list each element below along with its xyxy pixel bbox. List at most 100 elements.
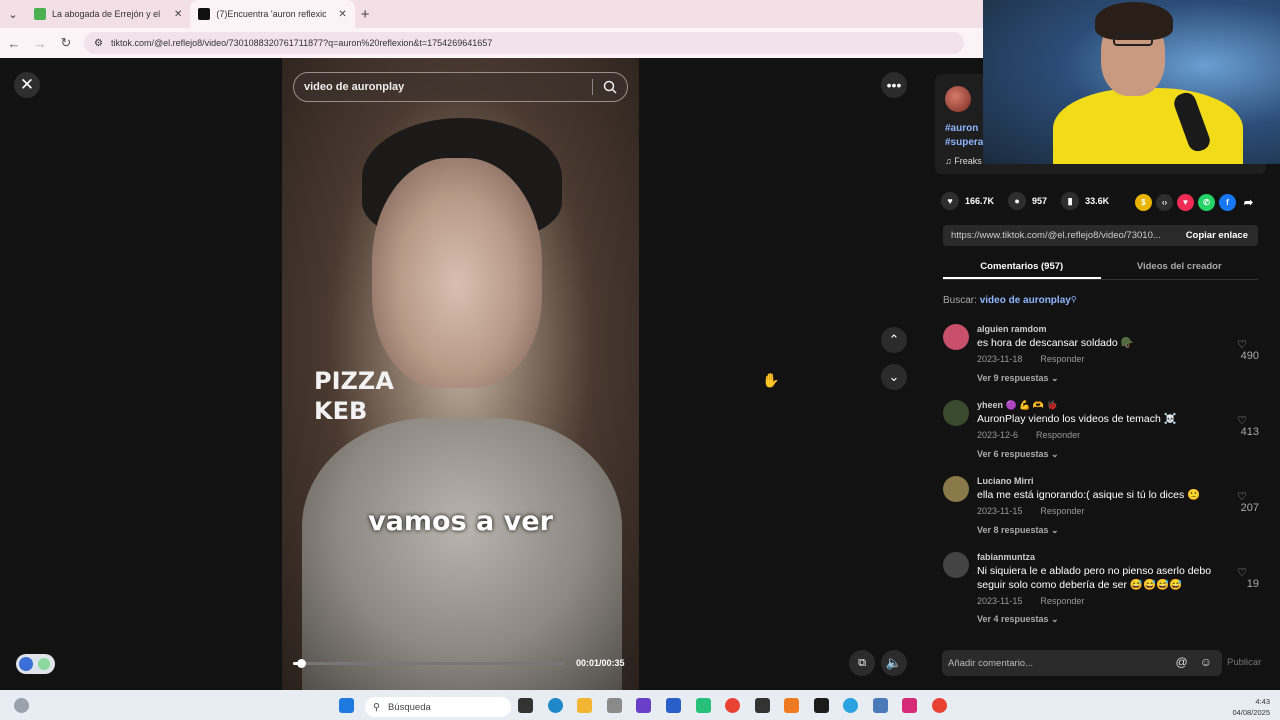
url-text: tiktok.com/@el.reflejo8/video/7301088320… [110,38,493,48]
emoji-icon[interactable]: ☺ [1200,655,1212,669]
add-comment-input[interactable]: Añadir comentario... @ ☺ [942,650,1222,676]
add-comment-placeholder: Añadir comentario... [948,657,1034,669]
start-icon[interactable] [339,698,354,713]
extension-toggle[interactable] [16,654,55,674]
video-frame-shirt [302,418,622,690]
view-replies-button[interactable]: Ver 6 respuestas ⌄ [977,449,1059,460]
comment-user[interactable]: Luciano Mirri [977,476,1034,486]
widgets-icon[interactable] [14,698,29,713]
embed-icon[interactable]: ‹› [1156,194,1173,211]
video-link[interactable]: https://www.tiktok.com/@el.reflejo8/vide… [943,230,1176,241]
comment-user[interactable]: alguien ramdom [977,324,1047,334]
share-arrow-icon[interactable]: ➦ [1240,194,1257,211]
comment-user[interactable]: fabianmuntza [977,552,1035,562]
search-suggestion-link[interactable]: video de auronplay [980,295,1071,306]
facebook-icon[interactable]: f [1219,194,1236,211]
site-info-icon[interactable]: ⚙ [94,38,103,49]
app-icon[interactable] [755,698,770,713]
app-icon[interactable] [873,698,888,713]
rtve-icon[interactable] [784,698,799,713]
edge-icon[interactable] [548,698,563,713]
reply-button[interactable]: Responder [1040,354,1084,364]
system-tray-clock[interactable]: 4:43 04/08/2025 [1232,696,1270,718]
comment-stat[interactable]: ● 957 [1008,192,1047,210]
tab-close-icon[interactable]: ✕ [338,9,346,20]
tab-abogada[interactable]: La abogada de Errejón y el psic ✕ [26,0,190,28]
avatar[interactable] [943,552,969,578]
chrome-profile-icon[interactable] [932,698,947,713]
mention-icon[interactable]: @ [1176,655,1188,669]
tab-creator-videos[interactable]: Videos del creador [1101,256,1259,279]
comment-meta: 2023-11-15 Responder [977,506,1102,516]
chrome-icon[interactable] [725,698,740,713]
more-options-button[interactable]: ••• [881,72,907,98]
video-frame-face [372,158,542,388]
publish-button[interactable]: Publicar [1227,657,1261,668]
reload-icon[interactable]: ↻ [54,35,78,51]
creator-avatar[interactable] [945,86,971,112]
avatar[interactable] [943,476,969,502]
url-field[interactable]: ⚙ tiktok.com/@el.reflejo8/video/73010883… [84,32,964,54]
previous-video-button[interactable]: ⌃ [881,327,907,353]
comment-text: Ni siquiera le e ablado pero no pienso a… [977,565,1212,591]
back-arrow-icon[interactable]: ← [2,36,26,51]
comment-date: 2023-11-15 [977,596,1023,606]
reply-button[interactable]: Responder [1036,430,1080,440]
search-divider [592,79,593,95]
view-replies-button[interactable]: Ver 4 respuestas ⌄ [977,614,1059,625]
comment-bubble-icon: ● [1008,192,1027,210]
new-tab-plus-icon[interactable]: + [361,6,370,23]
forward-arrow-icon[interactable]: → [28,36,52,51]
app-icon[interactable] [814,698,829,713]
comment-text: AuronPlay viendo los videos de temach ☠️ [977,413,1177,425]
whatsapp-icon[interactable]: ✆ [1198,194,1215,211]
copy-link-row: https://www.tiktok.com/@el.reflejo8/vide… [943,225,1258,246]
search-small-icon: ⚲ [1070,295,1077,304]
comment-count: 957 [1032,196,1048,206]
tab-tiktok[interactable]: (7)Encuentra 'auron reflexio ✕ [190,0,355,28]
comment-meta: 2023-11-18 Responder [977,354,1102,364]
bookmark-icon: ▮ [1061,192,1080,210]
app-icon[interactable] [696,698,711,713]
volume-button[interactable]: 🔈 [881,650,907,676]
telegram-icon[interactable] [843,698,858,713]
send-friends-icon[interactable]: ▼ [1177,194,1194,211]
hashtags[interactable]: #auron #supera [945,122,983,150]
tab-search-chevron-icon[interactable]: ⌄ [0,0,26,28]
taskbar-search[interactable]: ⚲ Búsqueda [365,697,511,717]
clock-date: 04/08/2025 [1232,708,1270,717]
comments-list: alguien ramdom es hora de descansar sold… [943,322,1263,630]
list-item: fabianmuntza Ni siquiera le e ablado per… [943,550,1263,630]
app-icon[interactable] [636,698,651,713]
comment-likes: 490 [1240,350,1259,362]
close-video-button[interactable]: ✕ [14,72,40,98]
reply-button[interactable]: Responder [1040,506,1084,516]
copy-link-button[interactable]: Copiar enlace [1176,230,1258,241]
video-player[interactable]: PIZZA KEB vamos a ver [282,58,639,690]
tab-comments[interactable]: Comentarios (957) [943,256,1101,279]
search-query-text: video de auronplay [304,81,405,93]
coin-share-icon[interactable]: $ [1135,194,1152,211]
task-view-icon[interactable] [518,698,533,713]
avatar[interactable] [943,324,969,350]
search-icon[interactable] [603,80,617,94]
avatar[interactable] [943,400,969,426]
view-replies-button[interactable]: Ver 9 respuestas ⌄ [977,373,1059,384]
reply-button[interactable]: Responder [1040,596,1084,606]
tab-close-icon[interactable]: ✕ [174,9,182,20]
view-replies-button[interactable]: Ver 8 respuestas ⌄ [977,525,1059,536]
video-progress-bar[interactable] [293,659,565,668]
file-explorer-icon[interactable] [577,698,592,713]
like-stat[interactable]: ♥ 166.7K [941,192,994,210]
instagram-icon[interactable] [902,698,917,713]
comment-likes: 413 [1240,426,1259,438]
store-icon[interactable] [666,698,681,713]
comment-text: es hora de descansar soldado 🪖 [977,337,1134,349]
app-icon[interactable] [607,698,622,713]
video-search-input[interactable]: video de auronplay [293,72,628,102]
next-video-button[interactable]: ⌄ [881,364,907,390]
comment-likes: 19 [1246,578,1259,590]
comment-user[interactable]: yheen 🟣 💪 🫶 🐞 [977,400,1058,411]
pip-button[interactable]: ⧉ [849,650,875,676]
save-stat[interactable]: ▮ 33.6K [1061,192,1109,210]
